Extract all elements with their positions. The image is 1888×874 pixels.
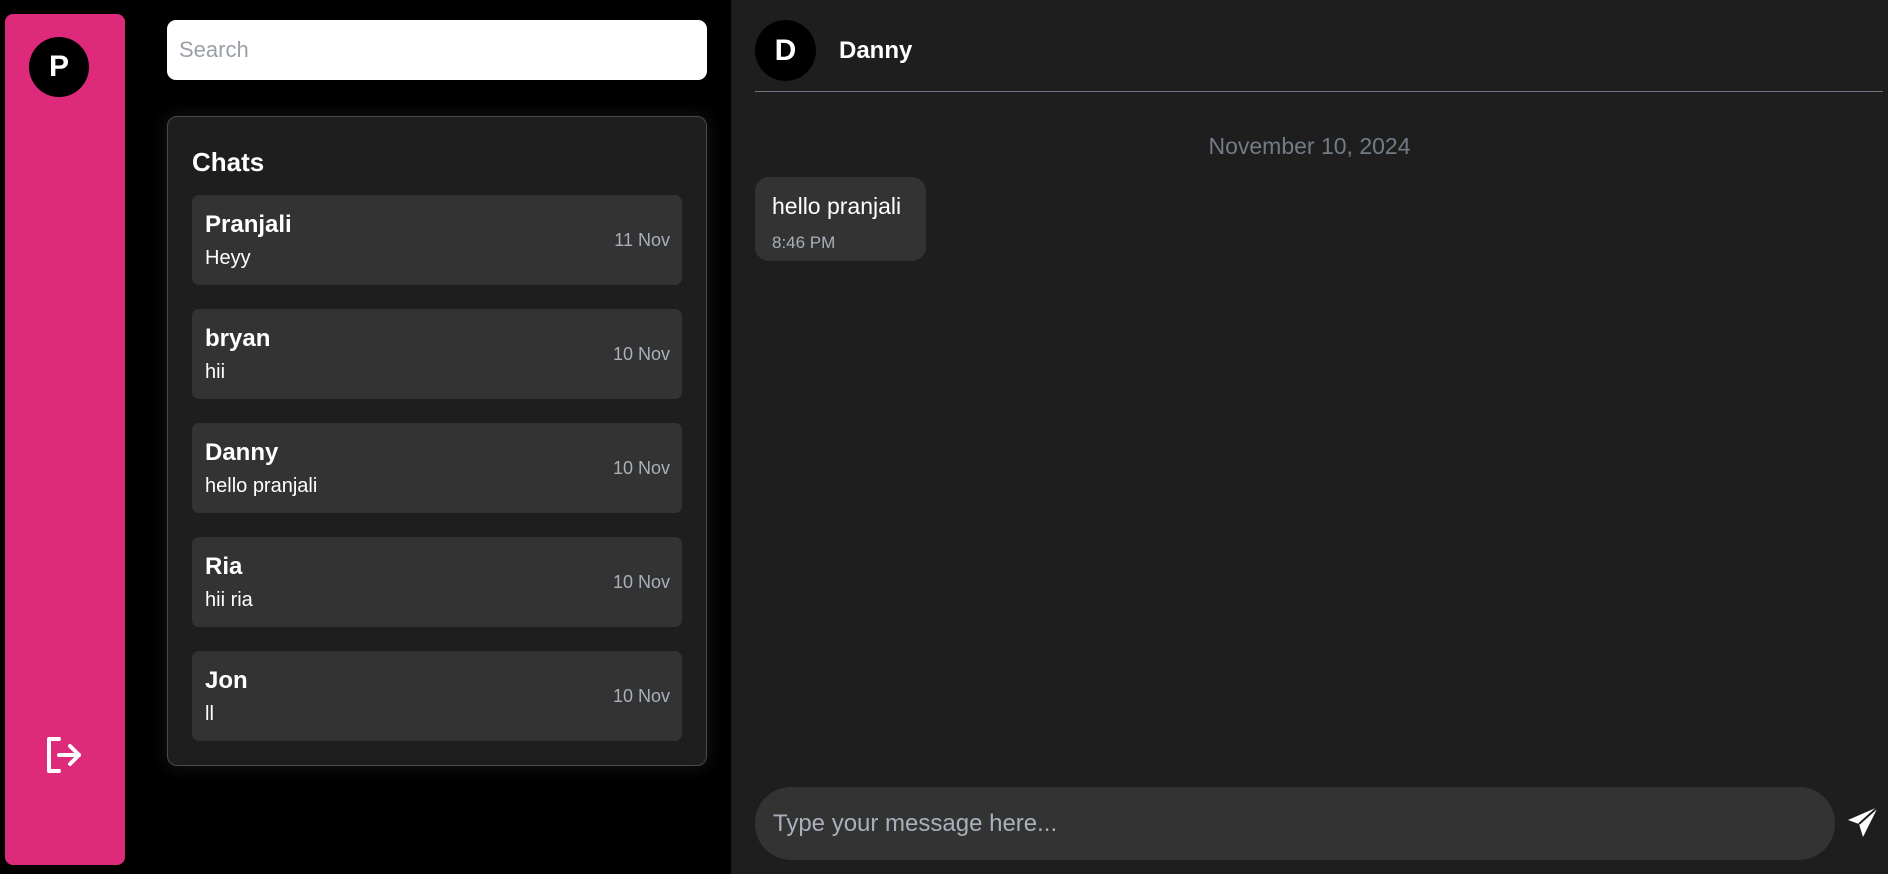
chat-name: Danny — [205, 439, 279, 466]
sidebar-rail: P — [5, 14, 125, 865]
chat-item-bryan[interactable]: bryan hii 10 Nov — [192, 309, 682, 399]
message-bubble: hello pranjali 8:46 PM — [755, 177, 926, 261]
logout-button[interactable] — [39, 731, 87, 779]
message-time: 8:46 PM — [772, 233, 836, 252]
chat-preview: hii — [205, 361, 226, 383]
chat-preview: Heyy — [205, 247, 251, 269]
chat-date: 10 Nov — [612, 458, 670, 478]
search-input[interactable] — [167, 20, 707, 80]
chat-preview: hii ria — [205, 589, 253, 611]
chat-name: Pranjali — [205, 211, 292, 238]
contact-avatar[interactable]: D — [755, 20, 816, 81]
logout-icon — [47, 737, 81, 773]
send-icon — [1848, 806, 1879, 837]
chat-list: Pranjali Heyy 11 Nov bryan hii 10 Nov Da… — [192, 195, 682, 765]
chat-date: 10 Nov — [612, 572, 670, 592]
chat-date: 10 Nov — [612, 686, 670, 706]
chat-name: bryan — [205, 325, 271, 352]
chat-preview: ll — [205, 703, 214, 725]
chat-name: Jon — [205, 667, 248, 694]
chat-name: Ria — [205, 553, 243, 580]
message-input[interactable] — [755, 787, 1835, 860]
contact-name: Danny — [839, 37, 913, 64]
chat-date: 11 Nov — [614, 230, 670, 250]
chats-panel: Chats Pranjali Heyy 11 Nov bryan hii 10 … — [167, 116, 707, 766]
chat-item-pranjali[interactable]: Pranjali Heyy 11 Nov — [192, 195, 682, 285]
chat-preview: hello pranjali — [205, 475, 318, 497]
chat-item-jon[interactable]: Jon ll 10 Nov — [192, 651, 682, 741]
chats-title: Chats — [192, 147, 265, 177]
chat-date: 10 Nov — [612, 344, 670, 364]
header-divider — [755, 91, 1883, 92]
user-avatar[interactable]: P — [29, 37, 89, 97]
chat-item-ria[interactable]: Ria hii ria 10 Nov — [192, 537, 682, 627]
message-text: hello pranjali — [772, 193, 902, 219]
chat-item-danny[interactable]: Danny hello pranjali 10 Nov — [192, 423, 682, 513]
conversation-pane: D Danny November 10, 2024 hello pranjali… — [731, 0, 1888, 874]
send-button[interactable] — [1845, 804, 1881, 840]
date-separator: November 10, 2024 — [1208, 133, 1411, 159]
